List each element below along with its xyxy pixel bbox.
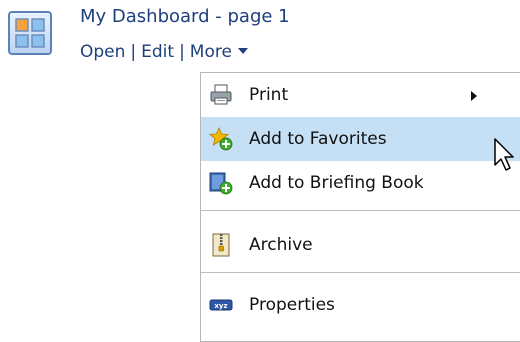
properties-xyz-icon: xyz xyxy=(209,299,233,311)
menu-item-archive[interactable]: Archive xyxy=(201,223,520,267)
open-link[interactable]: Open xyxy=(80,42,125,62)
more-menu-button[interactable]: More xyxy=(190,42,248,62)
dashboard-actions: Open | Edit | More xyxy=(80,42,248,62)
separator: | xyxy=(179,42,185,62)
menu-item-label: Add to Briefing Book xyxy=(249,173,424,193)
briefing-book-add-icon xyxy=(209,172,233,195)
menu-item-label: Print xyxy=(249,85,289,105)
menu-item-add-to-briefing-book[interactable]: Add to Briefing Book xyxy=(201,161,520,205)
more-dropdown-menu: Print Add to Favorites Add to Briefing B… xyxy=(200,72,520,342)
menu-divider xyxy=(201,210,520,211)
edit-link[interactable]: Edit xyxy=(141,42,174,62)
separator: | xyxy=(130,42,137,62)
archive-zip-icon xyxy=(212,233,230,257)
submenu-arrow-icon xyxy=(471,91,477,101)
printer-icon xyxy=(210,84,232,105)
menu-divider xyxy=(201,272,520,273)
menu-item-label: Archive xyxy=(249,235,313,255)
menu-item-add-to-favorites[interactable]: Add to Favorites xyxy=(201,117,520,161)
svg-text:xyz: xyz xyxy=(214,302,227,310)
menu-item-label: Add to Favorites xyxy=(249,129,387,149)
menu-item-label: Properties xyxy=(249,295,335,315)
more-label: More xyxy=(189,42,232,62)
chevron-down-icon xyxy=(237,48,248,54)
favorite-star-add-icon xyxy=(209,127,233,151)
menu-item-properties[interactable]: xyz Properties xyxy=(201,283,520,327)
menu-item-print[interactable]: Print xyxy=(201,73,520,117)
dashboard-title[interactable]: My Dashboard - page 1 xyxy=(80,6,290,27)
dashboard-grid-icon xyxy=(8,11,52,55)
mouse-pointer-icon xyxy=(494,138,514,171)
